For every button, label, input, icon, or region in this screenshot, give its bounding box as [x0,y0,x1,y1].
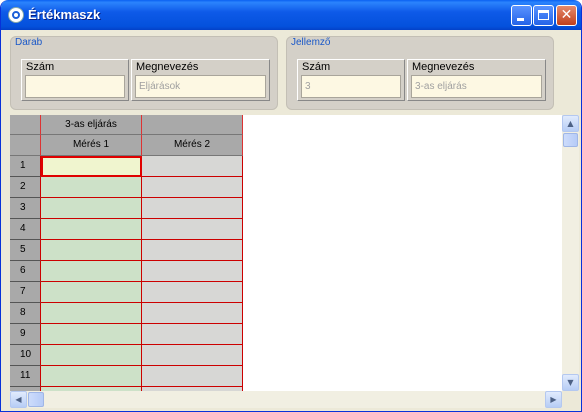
close-button[interactable]: ✕ [556,5,577,26]
cell-meres-2[interactable] [142,324,243,345]
cell-meres-1[interactable] [41,345,142,366]
jellemzo-megnevezes-box: Megnevezés 3-as eljárás [407,59,546,101]
cell-meres-2[interactable] [142,366,243,387]
cell-meres-1[interactable] [41,303,142,324]
jellemzo-szam-input[interactable]: 3 [301,75,401,98]
grid-corner-top [10,115,41,135]
horizontal-scroll-thumb[interactable] [28,392,44,407]
cell-meres-2[interactable] [142,240,243,261]
cell-meres-1[interactable] [41,156,142,177]
vertical-scroll-thumb[interactable] [563,133,578,147]
row-header[interactable]: 10 [10,345,41,366]
cell-meres-2[interactable] [142,303,243,324]
jellemzo-szam-box: Szám 3 [297,59,405,101]
row-header[interactable]: 3 [10,198,41,219]
grid-group-header: 3-as eljárás [41,115,142,135]
row-header[interactable]: 4 [10,219,41,240]
row-header[interactable]: 6 [10,261,41,282]
darab-szam-label: Szám [26,61,55,73]
cell-meres-1[interactable] [41,366,142,387]
row-header[interactable]: 8 [10,303,41,324]
row-header[interactable]: 5 [10,240,41,261]
column-header-meres-2[interactable]: Mérés 2 [142,135,243,156]
darab-szam-box: Szám [21,59,129,101]
title-bar[interactable]: Értékmaszk ✕ [1,0,581,30]
window-title: Értékmaszk [28,7,101,22]
scroll-right-button[interactable]: ▶ [545,391,562,408]
cell-meres-1[interactable] [41,324,142,345]
minimize-icon [517,18,524,21]
scrollbar-corner [562,391,579,408]
row-header[interactable]: 7 [10,282,41,303]
darab-group: Darab Szám Megnevezés Eljárások [10,36,278,110]
row-header[interactable]: 2 [10,177,41,198]
cell-meres-2[interactable] [142,345,243,366]
column-header-meres-1[interactable]: Mérés 1 [41,135,142,156]
jellemzo-group-title: Jellemző [291,37,331,48]
cell-meres-1[interactable] [41,198,142,219]
scroll-down-button[interactable]: ▼ [562,374,579,391]
horizontal-scrollbar[interactable]: ◀ ▶ [10,391,562,408]
jellemzo-megnevezes-input[interactable]: 3-as eljárás [411,75,542,98]
row-header[interactable]: 1 [10,156,41,177]
close-icon: ✕ [560,7,573,23]
cell-meres-1[interactable] [41,219,142,240]
cell-meres-1[interactable] [41,177,142,198]
row-header[interactable]: 11 [10,366,41,387]
cell-meres-2[interactable] [142,177,243,198]
grid-group-header-empty [142,115,243,135]
darab-megnevezes-input[interactable]: Eljárások [135,75,266,98]
measurement-grid-area: 3-as eljárás Mérés 1 Mérés 2 1 2 3 4 5 6 7 8 9 10… [10,115,579,391]
scroll-up-button[interactable]: ▲ [562,115,579,132]
maximize-button[interactable] [533,5,554,26]
jellemzo-group: Jellemző Szám 3 Megnevezés 3-as eljárás [286,36,554,110]
maximize-icon [538,10,549,20]
vertical-scrollbar[interactable]: ▲ ▼ [562,115,579,391]
darab-megnevezes-label: Megnevezés [136,61,199,73]
cell-meres-1[interactable] [41,240,142,261]
cell-meres-1[interactable] [41,261,142,282]
jellemzo-megnevezes-label: Megnevezés [412,61,475,73]
darab-szam-input[interactable] [25,75,125,98]
darab-group-title: Darab [15,37,43,48]
minimize-button[interactable] [511,5,532,26]
jellemzo-szam-label: Szám [302,61,331,73]
scroll-left-button[interactable]: ◀ [10,391,27,408]
app-icon[interactable] [8,7,24,23]
cell-meres-1[interactable] [41,282,142,303]
cell-meres-2[interactable] [142,219,243,240]
darab-megnevezes-box: Megnevezés Eljárások [131,59,270,101]
grid-corner [10,135,41,156]
window: Értékmaszk ✕ Darab Szám Megnevezés Eljár… [0,0,582,412]
cell-meres-2[interactable] [142,198,243,219]
cell-meres-2[interactable] [142,261,243,282]
cell-meres-2[interactable] [142,282,243,303]
cell-meres-2[interactable] [142,156,243,177]
row-header[interactable]: 9 [10,324,41,345]
